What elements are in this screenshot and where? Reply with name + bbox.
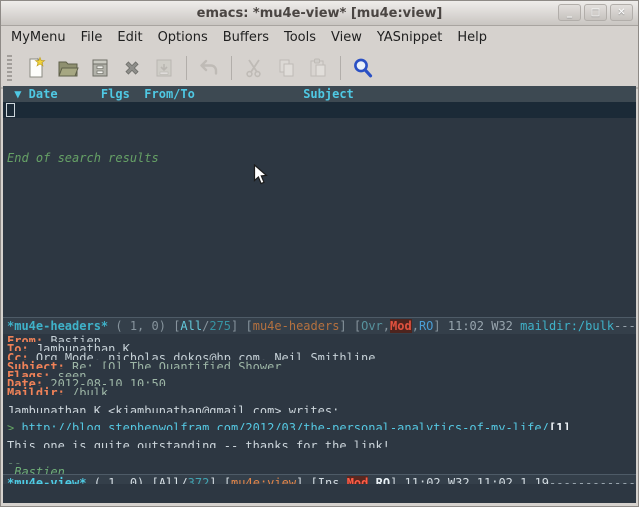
field-value: 2012-08-10 10:50 — [50, 377, 166, 386]
body-blank-line — [3, 413, 636, 422]
field-value: seen — [58, 369, 87, 378]
field-value: Org Mode, nicholas.dokos@hp.com, Neil Sm… — [36, 351, 376, 360]
toolbar-separator — [186, 56, 187, 80]
menu-item-help[interactable]: Help — [457, 30, 487, 45]
emacs-content: ▼ Date Flgs From/To Subject 2012-08-10 S… — [3, 86, 636, 503]
field-label: Maildir: — [7, 386, 65, 395]
body-quoted-link-line[interactable]: > http://blog.stephenwolfram.com/2012/03… — [3, 421, 636, 430]
field-from: From: Bastien — [3, 334, 636, 343]
tool-bar — [1, 49, 638, 89]
toolbar-separator — [231, 56, 232, 80]
save-as-icon — [150, 54, 178, 82]
menu-item-options[interactable]: Options — [158, 30, 208, 45]
header-row[interactable]: 2012-08-10 S Lanoxx | Re: Compiling glib… — [3, 118, 636, 134]
header-row[interactable]: 2012-08-10 S Suvayu Ali | Re: Emacs for … — [3, 134, 636, 150]
body-blank-line — [3, 395, 636, 404]
field-value: /bulk — [72, 386, 108, 395]
field-label: Date: — [7, 377, 43, 386]
close-buffer-icon[interactable] — [118, 54, 146, 82]
field-date: Date: 2012-08-10 10:50 — [3, 377, 636, 386]
signature-separator-line: -- — [3, 456, 636, 465]
body-blank-line — [3, 448, 636, 457]
field-value: Bastien — [50, 334, 101, 343]
echo-area[interactable] — [3, 484, 636, 503]
headers-empty-area — [3, 166, 636, 317]
toolbar-drag-handle[interactable] — [7, 55, 12, 81]
body-blank-line — [3, 430, 636, 439]
field-value: Jambunathan K — [36, 342, 130, 351]
field-flags: Flags: seen — [3, 369, 636, 378]
minimize-button[interactable]: _ — [558, 4, 581, 21]
undo-icon — [195, 54, 223, 82]
field-subject: Subject: Re: [O] The Quantified Shower — [3, 360, 636, 369]
end-of-search-results: End of search results — [3, 150, 636, 166]
field-label: From: — [7, 334, 43, 343]
cut-icon — [240, 54, 268, 82]
field-label: To: — [7, 342, 29, 351]
menu-item-file[interactable]: File — [81, 30, 103, 45]
emacs-frame: emacs: *mu4e-view* [mu4e:view] _ □ ✕ MyM… — [0, 0, 639, 507]
message-view: From: Bastien To: Jambunathan K Cc: Org … — [3, 334, 636, 485]
search-icon[interactable] — [349, 54, 377, 82]
new-file-icon[interactable] — [22, 54, 50, 82]
field-to: To: Jambunathan K — [3, 342, 636, 351]
menu-item-view[interactable]: View — [331, 30, 362, 45]
copy-icon — [272, 54, 300, 82]
view-mode-line: *mu4e-view* ( 1, 0) [All/372] [mu4e:view… — [3, 474, 636, 484]
menu-item-edit[interactable]: Edit — [117, 30, 142, 45]
hollow-cursor — [6, 103, 15, 117]
header-row-selected[interactable]: 2012-08-10 S Bastien | Re: [O] The Quant… — [3, 102, 636, 118]
field-label: Flags: — [7, 369, 50, 378]
open-folder-icon[interactable] — [54, 54, 82, 82]
title-bar: emacs: *mu4e-view* [mu4e:view] _ □ ✕ — [1, 1, 638, 26]
field-cc: Cc: Org Mode, nicholas.dokos@hp.com, Nei… — [3, 351, 636, 360]
save-icon[interactable] — [86, 54, 114, 82]
menu-item-yasnippet[interactable]: YASnippet — [377, 30, 443, 45]
headers-mode-line: *mu4e-headers* ( 1, 0) [All/275] [mu4e-h… — [3, 317, 636, 334]
paste-icon — [304, 54, 332, 82]
window-controls: _ □ ✕ — [558, 4, 633, 21]
maximize-button[interactable]: □ — [584, 4, 607, 21]
menu-bar: MyMenu File Edit Options Buffers Tools V… — [1, 26, 638, 49]
body-attribution-line: Jambunathan K <kjambunathan@gmail.com> w… — [3, 404, 636, 413]
signature-name-line: Bastien — [3, 465, 636, 474]
window-title: emacs: *mu4e-view* [mu4e:view] — [1, 6, 638, 21]
field-value: Re: [O] The Quantified Shower — [72, 360, 282, 369]
field-label: Subject: — [7, 360, 65, 369]
headers-column-header[interactable]: ▼ Date Flgs From/To Subject — [3, 86, 636, 102]
menu-item-buffers[interactable]: Buffers — [223, 30, 269, 45]
menu-item-tools[interactable]: Tools — [284, 30, 316, 45]
field-label: Cc: — [7, 351, 29, 360]
close-button[interactable]: ✕ — [610, 4, 633, 21]
body-text-line: This one is quite outstanding -- thanks … — [3, 439, 636, 448]
menu-item-mymenu[interactable]: MyMenu — [11, 30, 66, 45]
toolbar-separator — [340, 56, 341, 80]
field-maildir: Maildir: /bulk — [3, 386, 636, 395]
